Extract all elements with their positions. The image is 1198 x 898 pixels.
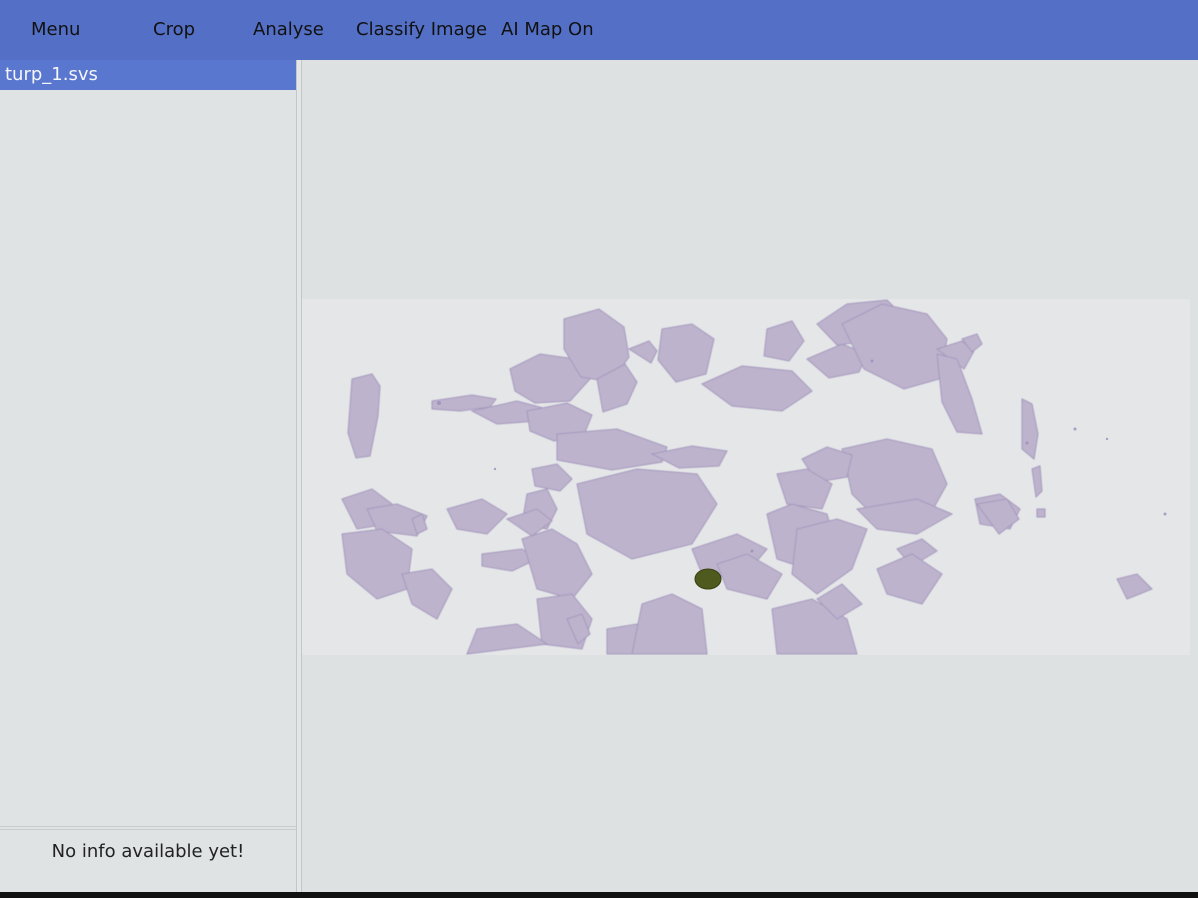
file-list-panel: turp_1.svs No info available yet! xyxy=(0,60,296,892)
app-window: Menu Crop Analyse Classify Image AI Map … xyxy=(0,0,1198,898)
window-bottom-edge xyxy=(0,892,1198,898)
tissue-image xyxy=(302,299,1190,655)
file-list-item-selected[interactable]: turp_1.svs xyxy=(0,60,296,90)
menu-button[interactable]: Menu xyxy=(31,0,80,60)
marker-ink-spot xyxy=(694,568,722,590)
info-panel-divider[interactable] xyxy=(0,826,296,830)
top-toolbar: Menu Crop Analyse Classify Image AI Map … xyxy=(0,0,1198,60)
slide-thumbnail-image[interactable] xyxy=(302,299,1190,655)
ai-map-toggle-button[interactable]: AI Map On xyxy=(501,0,594,60)
info-panel-message: No info available yet! xyxy=(51,841,245,862)
analyse-button[interactable]: Analyse xyxy=(253,0,324,60)
crop-button[interactable]: Crop xyxy=(153,0,195,60)
slide-viewer[interactable] xyxy=(302,60,1198,892)
classify-image-button[interactable]: Classify Image xyxy=(356,0,487,60)
